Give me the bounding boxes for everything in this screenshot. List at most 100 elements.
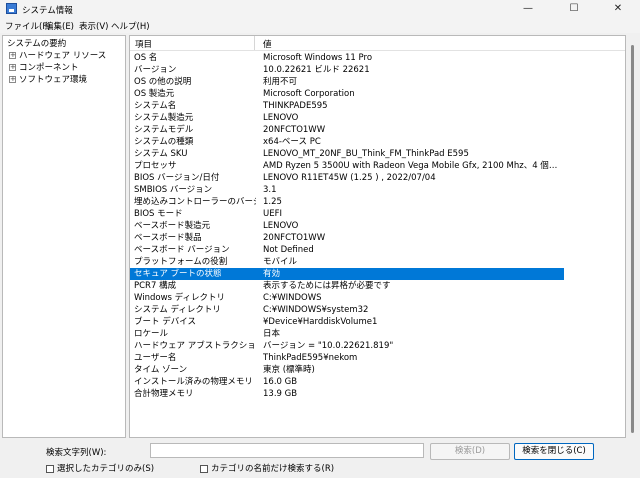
row-item-value: 3.1	[263, 185, 277, 195]
row-item-name: 埋め込みコントローラーのバージョン	[134, 197, 256, 207]
row-item-value: LENOVO_MT_20NF_BU_Think_FM_ThinkPad E595	[263, 149, 469, 159]
table-row[interactable]: ベースボード製造元 LENOVO	[130, 220, 564, 232]
table-row[interactable]: SMBIOS バージョン 3.1	[130, 184, 564, 196]
table-row[interactable]: システム製造元 LENOVO	[130, 112, 564, 124]
row-item-name: OS 製造元	[134, 89, 175, 99]
table-row[interactable]: システム SKU LENOVO_MT_20NF_BU_Think_FM_Think…	[130, 148, 564, 160]
table-row[interactable]: システムの種類 x64-ベース PC	[130, 136, 564, 148]
row-item-value: 10.0.22621 ビルド 22621	[263, 65, 370, 75]
table-row[interactable]: OS の他の説明 利用不可	[130, 76, 564, 88]
row-item-value: ¥Device¥HarddiskVolume1	[263, 317, 378, 327]
table-row[interactable]: ハードウェア アブストラクション レイヤーバージョン = "10.0.22621…	[130, 340, 564, 352]
find-input[interactable]	[150, 443, 424, 458]
scrollbar-thumb[interactable]	[631, 45, 634, 433]
row-item-value: モバイル	[263, 257, 298, 267]
menu-help[interactable]: ヘルプ(H)	[111, 20, 150, 32]
row-item-name: プラットフォームの役割	[134, 257, 228, 267]
table-row[interactable]: バージョン 10.0.22621 ビルド 22621	[130, 64, 564, 76]
table-row[interactable]: OS 名 Microsoft Windows 11 Pro	[130, 52, 564, 64]
table-row[interactable]: システムモデル 20NFCTO1WW	[130, 124, 564, 136]
tree-item-label: ハードウェア リソース	[19, 51, 107, 61]
tree-item-hardware-resources[interactable]: + ハードウェア リソース	[9, 50, 106, 62]
table-row[interactable]: システム ディレクトリ C:¥WINDOWS¥system32	[130, 304, 564, 316]
table-row[interactable]: タイム ゾーン 東京 (標準時)	[130, 364, 564, 376]
row-item-value: THINKPADE595	[263, 101, 328, 111]
table-row[interactable]: ユーザー名 ThinkPadE595¥nekom	[130, 352, 564, 364]
table-row[interactable]: ロケール 日本	[130, 328, 564, 340]
selected-category-only-checkbox[interactable]: 選択したカテゴリのみ(S)	[46, 462, 154, 474]
table-row[interactable]: ベースボード バージョン Not Defined	[130, 244, 564, 256]
tree-item-system-summary[interactable]: システムの要約	[7, 38, 66, 50]
table-row[interactable]: 合計物理メモリ 13.9 GB	[130, 388, 564, 400]
row-item-value: 日本	[263, 329, 281, 339]
category-tree[interactable]: システムの要約 + ハードウェア リソース + コンポーネント + ソフトウェア環境	[2, 35, 126, 438]
menu-file[interactable]: ファイル(F)	[5, 20, 51, 32]
table-row[interactable]: プラットフォームの役割 モバイル	[130, 256, 564, 268]
row-item-name: ベースボード製造元	[134, 221, 211, 231]
find-label: 検索文字列(W):	[46, 448, 107, 458]
row-item-value: ThinkPadE595¥nekom	[263, 353, 358, 363]
row-item-name: SMBIOS バージョン	[134, 185, 213, 195]
expand-plus-icon[interactable]: +	[9, 76, 16, 83]
row-item-name: プロセッサ	[134, 161, 177, 171]
details-table[interactable]: 項目 値 OS 名 Microsoft Windows 11 Pro バージョン 10…	[129, 35, 626, 438]
close-find-button[interactable]: 検索を閉じる(C)	[514, 443, 594, 460]
table-row[interactable]: インストール済みの物理メモリ (RAM) 16.0 GB	[130, 376, 564, 388]
table-row[interactable]: 埋め込みコントローラーのバージョン 1.25	[130, 196, 564, 208]
menu-view[interactable]: 表示(V)	[79, 20, 108, 32]
table-row[interactable]: BIOS モード UEFI	[130, 208, 564, 220]
tree-item-software-environment[interactable]: + ソフトウェア環境	[9, 74, 87, 86]
expand-plus-icon[interactable]: +	[9, 52, 16, 59]
table-row[interactable]: OS 製造元 Microsoft Corporation	[130, 88, 564, 100]
row-item-value: UEFI	[263, 209, 282, 219]
row-item-value: 20NFCTO1WW	[263, 233, 326, 243]
system-info-app-icon	[6, 3, 17, 14]
row-item-name: BIOS モード	[134, 209, 183, 219]
row-item-value: 表示するためには昇格が必要です	[263, 281, 391, 291]
row-item-name: システム名	[134, 101, 177, 111]
maximize-button[interactable]: ☐	[551, 0, 597, 18]
tree-item-components[interactable]: + コンポーネント	[9, 62, 79, 74]
checkbox-box[interactable]	[200, 464, 208, 473]
row-item-value: C:¥WINDOWS¥system32	[263, 305, 369, 315]
column-header-value[interactable]: 値	[263, 38, 272, 50]
table-row[interactable]: Windows ディレクトリ C:¥WINDOWS	[130, 292, 564, 304]
expand-plus-icon[interactable]: +	[9, 64, 16, 71]
table-row[interactable]: BIOS バージョン/日付 LENOVO R11ET45W (1.25 ) , 2…	[130, 172, 564, 184]
row-item-value: Microsoft Windows 11 Pro	[263, 53, 373, 63]
row-item-name: ユーザー名	[134, 353, 177, 363]
menu-edit[interactable]: 編集(E)	[45, 20, 74, 32]
title-bar: システム情報 — ☐ ✕	[0, 0, 640, 18]
find-button[interactable]: 検索(D)	[430, 443, 510, 460]
table-row[interactable]: セキュア ブートの状態 有効	[130, 268, 564, 280]
row-item-value: Microsoft Corporation	[263, 89, 355, 99]
row-item-name: システムの種類	[134, 137, 194, 147]
table-row[interactable]: PCR7 構成 表示するためには昇格が必要です	[130, 280, 564, 292]
checkbox-box[interactable]	[46, 464, 54, 473]
row-item-value: LENOVO	[263, 221, 299, 231]
checkbox-label: 選択したカテゴリのみ(S)	[57, 464, 155, 474]
table-row[interactable]: プロセッサ AMD Ryzen 5 3500U with Radeon Vega …	[130, 160, 564, 172]
row-item-name: セキュア ブートの状態	[134, 269, 222, 279]
row-item-name: BIOS バージョン/日付	[134, 173, 220, 183]
vertical-scrollbar[interactable]	[626, 35, 638, 438]
category-names-only-checkbox[interactable]: カテゴリの名前だけ検索する(R)	[200, 462, 334, 474]
column-divider[interactable]	[254, 36, 255, 50]
minimize-button[interactable]: —	[505, 0, 551, 18]
table-header: 項目 値	[130, 36, 625, 51]
row-item-name: OS 名	[134, 53, 158, 63]
row-item-name: システム SKU	[134, 149, 188, 159]
table-row[interactable]: ブート デバイス ¥Device¥HarddiskVolume1	[130, 316, 564, 328]
row-item-name: ベースボード バージョン	[134, 245, 230, 255]
menu-bar: ファイル(F) 編集(E) 表示(V) ヘルプ(H)	[0, 18, 640, 33]
column-header-item[interactable]: 項目	[135, 38, 152, 50]
row-item-value: x64-ベース PC	[263, 137, 321, 147]
row-item-name: ロケール	[134, 329, 169, 339]
row-item-name: インストール済みの物理メモリ (RAM)	[134, 377, 256, 387]
close-button[interactable]: ✕	[595, 0, 640, 18]
table-row[interactable]: ベースボード製品 20NFCTO1WW	[130, 232, 564, 244]
row-item-name: ハードウェア アブストラクション レイヤー	[134, 341, 256, 351]
table-row[interactable]: システム名 THINKPADE595	[130, 100, 564, 112]
row-item-value: 有効	[263, 269, 281, 279]
row-item-name: バージョン	[134, 65, 177, 75]
